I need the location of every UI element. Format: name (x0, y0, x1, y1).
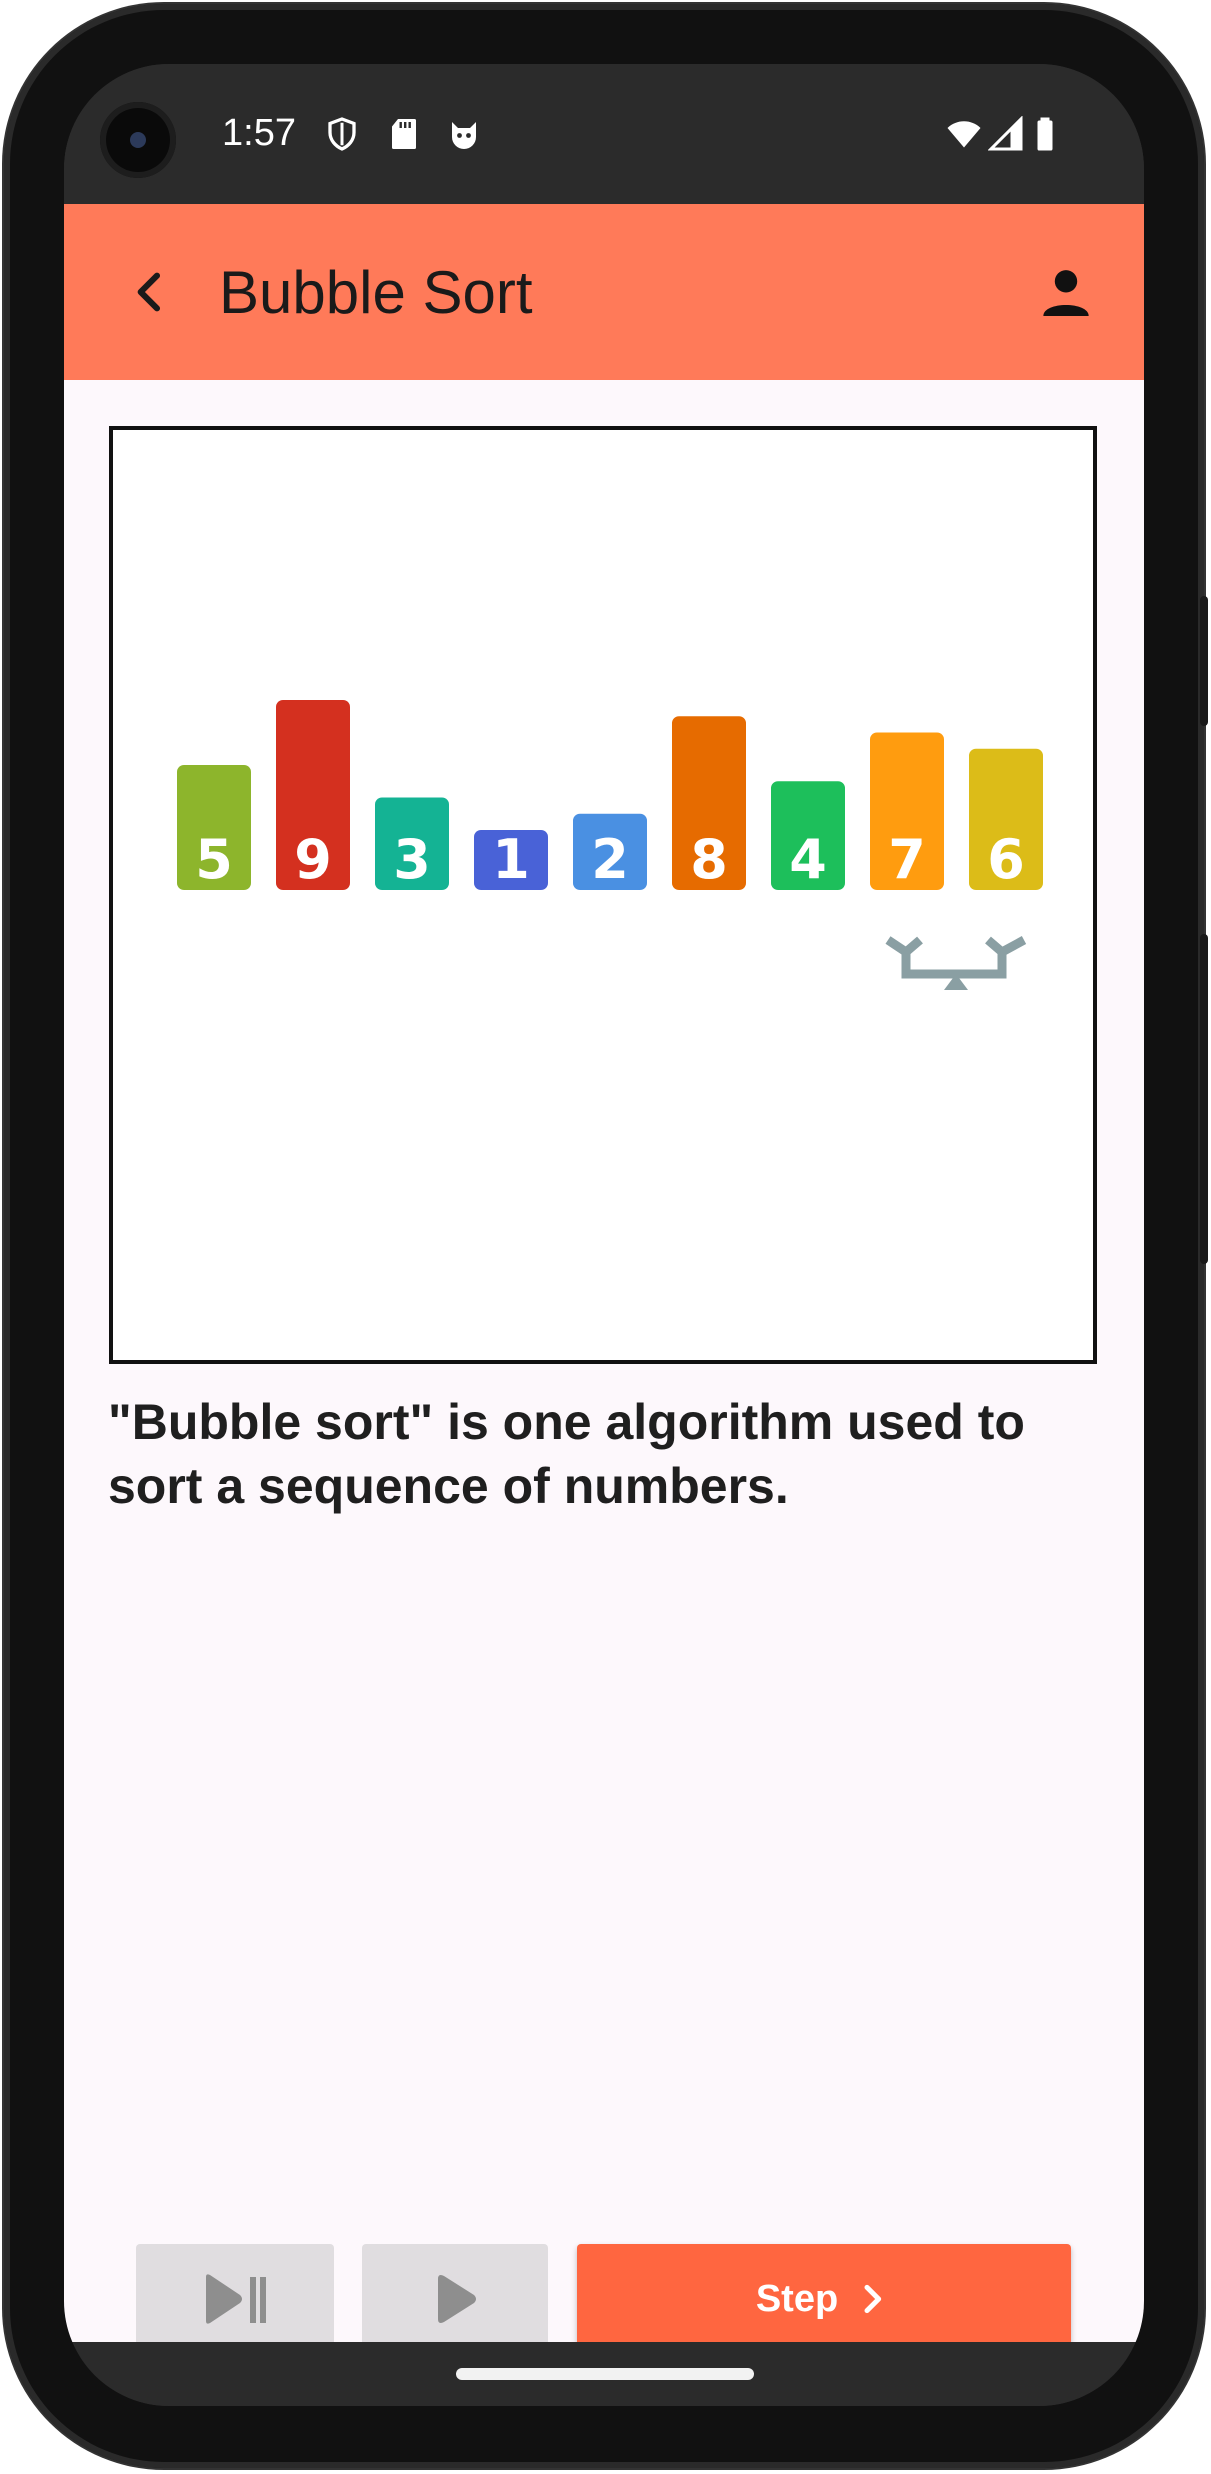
bar-label: 9 (294, 828, 332, 891)
play-pause-button[interactable] (136, 2244, 334, 2354)
shield-icon (328, 117, 356, 151)
sort-visualization: 593128476 (109, 426, 1097, 1364)
status-bar: 1:57 (64, 64, 1144, 204)
device-side-button (1200, 596, 1208, 726)
bar-label: 1 (492, 828, 530, 891)
play-icon (438, 2275, 476, 2323)
play-button[interactable] (362, 2244, 548, 2354)
home-gesture-handle[interactable] (456, 2368, 754, 2380)
chevron-left-icon[interactable] (122, 264, 178, 320)
main-content: 593128476 "Bubble sort" is one algorithm… (64, 380, 1144, 2354)
wifi-icon (947, 121, 981, 148)
step-button-label: Step (755, 2277, 839, 2320)
screen: 1:57 Bubble Sort 5 9 3 1 2 8 4 7 6 "Bubb… (64, 64, 1144, 2406)
bar-label: 3 (393, 828, 431, 891)
cell-signal-icon (988, 116, 1023, 151)
bar-label: 7 (888, 828, 926, 891)
step-button[interactable]: Step (577, 2244, 1071, 2354)
system-nav-bar (64, 2342, 1144, 2406)
chevron-right-icon (864, 2284, 882, 2314)
bar-label: 6 (987, 828, 1025, 891)
sd-card-icon (392, 119, 416, 149)
battery-icon (1037, 117, 1053, 151)
description-text: "Bubble sort" is one algorithm used to s… (108, 1394, 1025, 1514)
bar-label: 8 (690, 828, 728, 891)
bars-canvas: 593128476 (177, 700, 1043, 990)
device-volume-button (1200, 934, 1208, 1264)
balance-scale-icon (885, 936, 1027, 990)
bar-label: 4 (789, 828, 827, 891)
play-pause-icon (206, 2274, 266, 2324)
status-time: 1:57 (222, 112, 296, 154)
front-camera (100, 102, 176, 178)
bar-label: 2 (591, 828, 629, 891)
cat-face-icon (452, 122, 476, 149)
device-frame: 1:57 Bubble Sort 5 9 3 1 2 8 4 7 6 "Bubb… (4, 4, 1208, 2468)
page-title: Bubble Sort (219, 259, 533, 326)
person-icon[interactable] (1034, 260, 1098, 324)
app-bar: Bubble Sort (64, 204, 1144, 380)
bar-label: 5 (195, 828, 233, 891)
